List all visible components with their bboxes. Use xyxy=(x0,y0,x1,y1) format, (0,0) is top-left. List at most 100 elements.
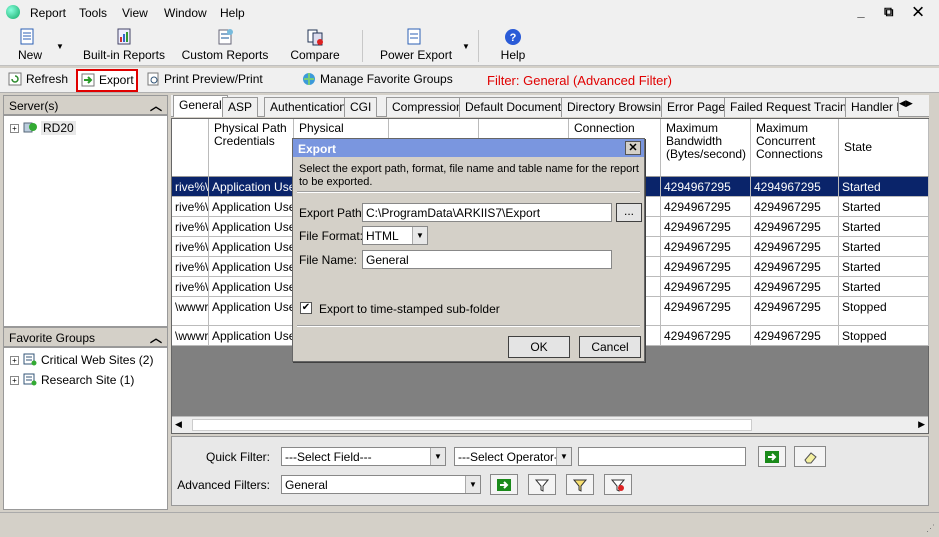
table-cell-credentials[interactable]: Application User xyxy=(209,277,294,297)
menu-window[interactable]: Window xyxy=(164,6,207,20)
table-cell-path[interactable]: rive%\ir xyxy=(172,197,209,217)
refresh-button[interactable]: Refresh xyxy=(8,72,68,86)
apply-quick-filter-button[interactable] xyxy=(758,446,786,467)
tab-compression[interactable]: Compression xyxy=(386,97,469,117)
table-cell-bandwidth[interactable]: 4294967295 xyxy=(661,297,751,326)
table-cell-connections[interactable]: 4294967295 xyxy=(751,326,839,346)
manage-groups-button[interactable]: Manage Favorite Groups xyxy=(302,72,453,86)
file-format-dropdown[interactable]: HTML ▼ xyxy=(362,226,428,245)
tab-general[interactable]: General xyxy=(173,95,228,117)
table-cell-path[interactable]: rive%\ir xyxy=(172,217,209,237)
menu-tools[interactable]: Tools xyxy=(79,6,107,20)
favorite-group-research[interactable]: + Research Site (1) xyxy=(10,373,134,387)
print-preview-button[interactable]: Print Preview/Print xyxy=(146,72,263,86)
table-cell-state[interactable]: Started xyxy=(839,217,929,237)
quick-filter-value-input[interactable] xyxy=(578,447,746,466)
table-cell-credentials[interactable]: Application User xyxy=(209,297,294,326)
expand-icon[interactable]: + xyxy=(10,124,19,133)
table-cell-credentials[interactable]: Application User xyxy=(209,326,294,346)
tab-handler-mappings[interactable]: Handler M xyxy=(845,97,899,117)
table-cell-state[interactable]: Stopped xyxy=(839,326,929,346)
table-cell-connections[interactable]: 4294967295 xyxy=(751,257,839,277)
table-cell-path[interactable]: rive%\ir xyxy=(172,257,209,277)
chevron-down-icon[interactable]: ▼ xyxy=(412,227,427,244)
builtin-reports-button[interactable]: Built-in Reports xyxy=(80,26,168,64)
expand-icon[interactable]: + xyxy=(10,376,19,385)
table-cell-bandwidth[interactable]: 4294967295 xyxy=(661,277,751,297)
table-cell-credentials[interactable]: Application User xyxy=(209,217,294,237)
scroll-thumb[interactable] xyxy=(192,419,752,431)
delete-filter-button[interactable] xyxy=(604,474,632,495)
custom-reports-button[interactable]: Custom Reports xyxy=(178,26,272,64)
chevron-up-icon[interactable]: ︿ xyxy=(150,97,162,114)
table-cell-connections[interactable]: 4294967295 xyxy=(751,177,839,197)
help-button[interactable]: ? Help xyxy=(492,26,534,64)
scroll-right-arrow-icon[interactable]: ▶ xyxy=(918,419,925,430)
table-cell-credentials[interactable]: Application User xyxy=(209,237,294,257)
table-cell-state[interactable]: Started xyxy=(839,237,929,257)
tab-cgi[interactable]: CGI xyxy=(344,97,378,117)
table-cell-bandwidth[interactable]: 4294967295 xyxy=(661,197,751,217)
tab-default-documents[interactable]: Default Documents xyxy=(459,97,574,117)
advanced-filter-dropdown[interactable]: General ▼ xyxy=(281,475,481,494)
table-cell-path[interactable]: rive%\ir xyxy=(172,237,209,257)
chevron-down-icon[interactable]: ▼ xyxy=(430,448,445,465)
cancel-button[interactable]: Cancel xyxy=(579,336,641,358)
menu-view[interactable]: View xyxy=(122,6,148,20)
resize-grip-icon[interactable]: ⋰ xyxy=(926,523,935,534)
file-name-input[interactable]: General xyxy=(362,250,612,269)
favorite-groups-header[interactable]: Favorite Groups ︿ xyxy=(3,327,168,347)
column-header-state[interactable]: State xyxy=(839,119,929,177)
chevron-up-icon[interactable]: ︿ xyxy=(150,329,162,346)
table-cell-bandwidth[interactable]: 4294967295 xyxy=(661,217,751,237)
table-cell-state[interactable]: Started xyxy=(839,197,929,217)
menu-help[interactable]: Help xyxy=(220,6,245,20)
select-operator-dropdown[interactable]: ---Select Operator--- ▼ xyxy=(454,447,572,466)
table-cell-state[interactable]: Started xyxy=(839,257,929,277)
tab-authentication[interactable]: Authentication xyxy=(264,97,353,117)
edit-filter-button[interactable] xyxy=(566,474,594,495)
table-cell-bandwidth[interactable]: 4294967295 xyxy=(661,326,751,346)
scroll-left-arrow-icon[interactable]: ◀ xyxy=(175,419,182,430)
table-cell-bandwidth[interactable]: 4294967295 xyxy=(661,177,751,197)
tab-failed-request-tracing[interactable]: Failed Request Tracing xyxy=(724,97,860,117)
clear-filter-button[interactable] xyxy=(794,446,826,467)
window-controls[interactable]: _ ⧉ ✕ xyxy=(857,4,931,20)
export-button[interactable]: Export xyxy=(76,69,138,92)
chevron-down-icon[interactable]: ▼ xyxy=(556,448,571,465)
table-cell-connections[interactable]: 4294967295 xyxy=(751,217,839,237)
table-cell-path[interactable]: rive%\ir xyxy=(172,177,209,197)
table-cell-path[interactable]: \wwwrc xyxy=(172,326,209,346)
tab-error-page[interactable]: Error Page xyxy=(661,97,732,117)
table-cell-state[interactable]: Started xyxy=(839,177,929,197)
tab-directory-browsing[interactable]: Directory Browsing xyxy=(561,97,674,117)
table-cell-credentials[interactable]: Application User xyxy=(209,257,294,277)
horizontal-scrollbar[interactable]: ◀ ▶ xyxy=(172,416,928,433)
export-path-input[interactable]: C:\ProgramData\ARKIIS7\Export xyxy=(362,203,612,222)
table-cell-connections[interactable]: 4294967295 xyxy=(751,277,839,297)
ok-button[interactable]: OK xyxy=(508,336,570,358)
server-node-rd20[interactable]: + RD20 xyxy=(10,121,76,135)
tab-asp[interactable]: ASP xyxy=(222,97,259,117)
compare-button[interactable]: Compare xyxy=(286,26,344,64)
table-cell-credentials[interactable]: Application User xyxy=(209,177,294,197)
browse-button[interactable]: ... xyxy=(616,203,642,222)
table-cell-connections[interactable]: 4294967295 xyxy=(751,237,839,257)
table-cell-state[interactable]: Stopped xyxy=(839,297,929,326)
table-cell-bandwidth[interactable]: 4294967295 xyxy=(661,257,751,277)
chevron-down-icon[interactable]: ▼ xyxy=(465,476,480,493)
favorite-group-critical[interactable]: + Critical Web Sites (2) xyxy=(10,353,153,367)
menu-report[interactable]: Report xyxy=(30,6,66,20)
expand-icon[interactable]: + xyxy=(10,356,19,365)
new-button[interactable]: ▼ New xyxy=(6,26,64,64)
column-header-max-connections[interactable]: Maximum Concurrent Connections xyxy=(751,119,839,177)
select-field-dropdown[interactable]: ---Select Field--- ▼ xyxy=(281,447,446,466)
table-cell-path[interactable]: \wwwrc xyxy=(172,297,209,326)
power-export-button[interactable]: ▼ Power Export xyxy=(374,26,472,64)
servers-header[interactable]: Server(s) ︿ xyxy=(3,95,168,115)
apply-advanced-filter-button[interactable] xyxy=(490,474,518,495)
table-cell-path[interactable]: rive%\ir xyxy=(172,277,209,297)
column-header-credentials[interactable]: Physical Path Credentials xyxy=(209,119,294,177)
timestamp-checkbox[interactable]: ✔ xyxy=(300,302,312,314)
table-cell-bandwidth[interactable]: 4294967295 xyxy=(661,237,751,257)
